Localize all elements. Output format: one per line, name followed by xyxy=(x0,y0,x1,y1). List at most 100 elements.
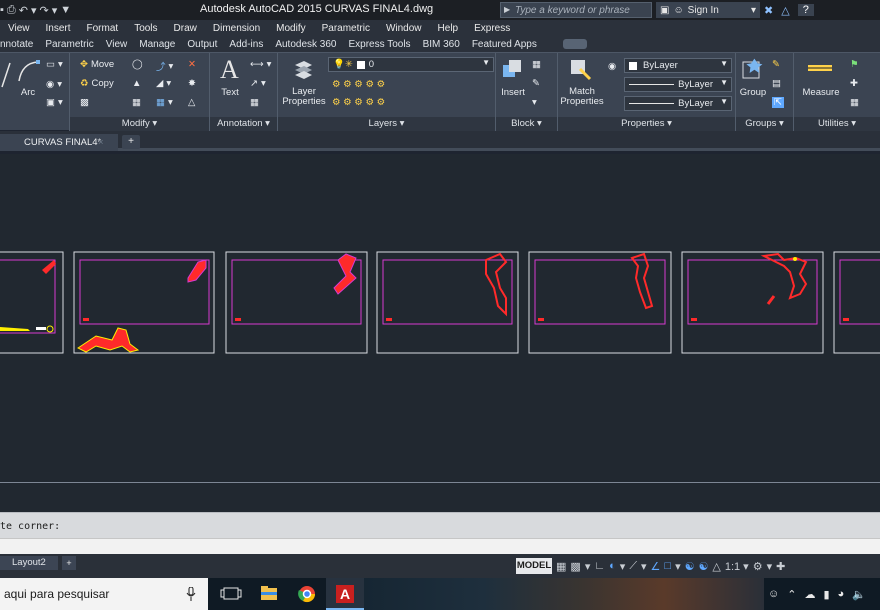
explode-button[interactable]: ✸ xyxy=(188,78,196,89)
binoculars-icon[interactable]: ▣ xyxy=(660,5,669,16)
sheet-2[interactable] xyxy=(73,251,215,354)
insert-block-icon[interactable] xyxy=(500,57,524,81)
menu-express[interactable]: Express xyxy=(466,23,518,34)
plus-icon[interactable]: ✚ xyxy=(776,560,785,573)
new-layout-button[interactable]: + xyxy=(62,556,76,570)
line-icon[interactable] xyxy=(0,59,14,89)
chevron-down-icon[interactable]: ▾ xyxy=(767,560,773,573)
quick-select-button[interactable]: ⚑ xyxy=(850,59,859,70)
hatch-button[interactable]: ◉ ▾ xyxy=(46,79,62,90)
chevron-up-icon[interactable]: ⌃ xyxy=(787,588,796,601)
menu-parametric[interactable]: Parametric xyxy=(314,23,378,34)
drawing-canvas[interactable] xyxy=(0,154,880,482)
menu-window[interactable]: Window xyxy=(378,23,430,34)
a360-icon[interactable]: △ xyxy=(781,4,789,17)
ribbon-minimize-toggle[interactable] xyxy=(562,39,587,49)
drawing-bottom-strip[interactable] xyxy=(0,482,880,512)
undo-icon[interactable]: ↶ xyxy=(19,4,28,17)
tab-manage[interactable]: Manage xyxy=(133,39,181,50)
move-button[interactable]: ✥ Move xyxy=(80,59,114,70)
tab-bim-360[interactable]: BIM 360 xyxy=(417,39,466,50)
menu-dimension[interactable]: Dimension xyxy=(205,23,268,34)
attribute-button[interactable]: ▾ xyxy=(532,97,537,108)
linetype-dropdown[interactable]: ByLayer ▼ xyxy=(624,77,732,92)
table-button[interactable]: ▦ xyxy=(250,97,259,108)
tab-layout2[interactable]: Layout2 xyxy=(0,556,58,570)
text-icon[interactable]: A xyxy=(220,55,239,85)
volume-icon[interactable]: 🔈 xyxy=(852,588,866,601)
group-icon[interactable] xyxy=(740,57,764,81)
sheet-5[interactable] xyxy=(528,251,672,354)
snap-icon[interactable]: ▩ xyxy=(570,560,580,573)
layer-tools-row-2[interactable]: ⚙ ⚙ ⚙ ⚙ ⚙ xyxy=(332,97,385,108)
rectangle-button[interactable]: ▭ ▾ xyxy=(46,59,63,70)
fillet-button[interactable]: ◢ ▾ xyxy=(156,78,171,89)
object-snap-tracking-icon[interactable]: ∠ xyxy=(651,560,661,573)
chrome-button[interactable] xyxy=(288,578,326,610)
measure-icon[interactable] xyxy=(806,61,834,75)
scale-button[interactable]: ▦ xyxy=(132,97,141,108)
modify-panel-title[interactable]: Modify ▾ xyxy=(70,117,209,131)
tab-view[interactable]: View xyxy=(100,39,134,50)
isodraft-icon[interactable]: ⟋ xyxy=(629,560,637,573)
menu-draw[interactable]: Draw xyxy=(166,23,205,34)
tab-annotate[interactable]: nnotate xyxy=(0,39,39,50)
people-icon[interactable]: ☺ xyxy=(768,588,779,600)
edit-block-button[interactable]: ✎ xyxy=(532,78,540,89)
customize-icon[interactable]: ▼ xyxy=(60,4,71,16)
region-button[interactable]: ▣ ▾ xyxy=(46,97,63,108)
chevron-down-icon[interactable]: ▾ xyxy=(620,560,626,573)
layers-panel-title[interactable]: Layers ▾ xyxy=(278,117,495,131)
block-panel-title[interactable]: Block ▾ xyxy=(496,117,557,131)
array-button[interactable]: ▦ ▾ xyxy=(156,97,173,108)
undo-dropdown-icon[interactable]: ▾ xyxy=(31,4,37,17)
file-explorer-button[interactable] xyxy=(250,578,288,610)
match-properties-icon[interactable] xyxy=(568,57,592,81)
command-input[interactable] xyxy=(0,538,880,554)
taskbar-search-box[interactable]: aqui para pesquisar xyxy=(0,578,208,610)
chevron-down-icon[interactable]: ▾ xyxy=(675,560,681,573)
microphone-icon[interactable] xyxy=(186,587,196,601)
leader-button[interactable]: ↗ ▾ xyxy=(250,78,266,89)
sheet-1[interactable] xyxy=(0,251,64,354)
model-space[interactable] xyxy=(0,154,880,482)
groups-panel-title[interactable]: Groups ▾ xyxy=(736,117,793,131)
id-point-button[interactable]: ✚ xyxy=(850,78,858,89)
arc-icon[interactable] xyxy=(16,59,42,83)
sheet-4[interactable] xyxy=(376,251,519,354)
sign-in-button[interactable]: ▣ ☺ Sign In ▾ xyxy=(656,2,760,18)
gear-icon[interactable]: ⚙ xyxy=(753,560,763,573)
sheet-7[interactable] xyxy=(833,251,880,354)
save-icon[interactable]: ▪ xyxy=(0,4,4,16)
create-block-button[interactable]: ▦ xyxy=(532,59,541,70)
cloud-icon[interactable]: ☁ xyxy=(804,588,815,601)
utilities-panel-title[interactable]: Utilities ▾ xyxy=(794,117,880,131)
menu-modify[interactable]: Modify xyxy=(268,23,313,34)
ungroup-button[interactable]: ✎ xyxy=(772,59,780,70)
menu-help[interactable]: Help xyxy=(430,23,467,34)
menu-format[interactable]: Format xyxy=(79,23,127,34)
grid-icon[interactable]: ▦ xyxy=(556,560,566,573)
group-edit-button[interactable]: ▤ xyxy=(772,78,781,89)
polar-icon[interactable]: ◐ xyxy=(609,560,616,572)
close-icon[interactable]: × xyxy=(98,134,104,151)
lineweight-dropdown[interactable]: ByLayer ▼ xyxy=(624,96,732,111)
tab-output[interactable]: Output xyxy=(181,39,223,50)
menu-insert[interactable]: Insert xyxy=(38,23,79,34)
tab-featured-apps[interactable]: Featured Apps xyxy=(466,39,543,50)
dimension-button[interactable]: ⟷ ▾ xyxy=(250,59,271,70)
tab-add-ins[interactable]: Add-ins xyxy=(223,39,269,50)
help-icon[interactable]: ? xyxy=(797,4,814,16)
ortho-icon[interactable]: ∟ xyxy=(594,560,605,572)
chevron-down-icon[interactable]: ▾ xyxy=(585,560,591,573)
copy-button[interactable]: ♻ Copy xyxy=(80,78,114,89)
rotate-button[interactable]: ◯ xyxy=(132,59,143,70)
annotation-scale-icon[interactable]: △ xyxy=(712,560,720,573)
mirror-button[interactable]: ▲ xyxy=(132,78,141,89)
help-search-input[interactable]: ▶ Type a keyword or phrase xyxy=(500,2,652,18)
model-space-button[interactable]: MODEL xyxy=(516,558,552,574)
task-view-button[interactable] xyxy=(212,578,250,610)
print-icon[interactable]: ⎙ xyxy=(7,4,16,17)
battery-icon[interactable]: ▮ xyxy=(823,588,829,601)
layer-tools-row-1[interactable]: ⚙ ⚙ ⚙ ⚙ ⚙ xyxy=(332,79,385,90)
